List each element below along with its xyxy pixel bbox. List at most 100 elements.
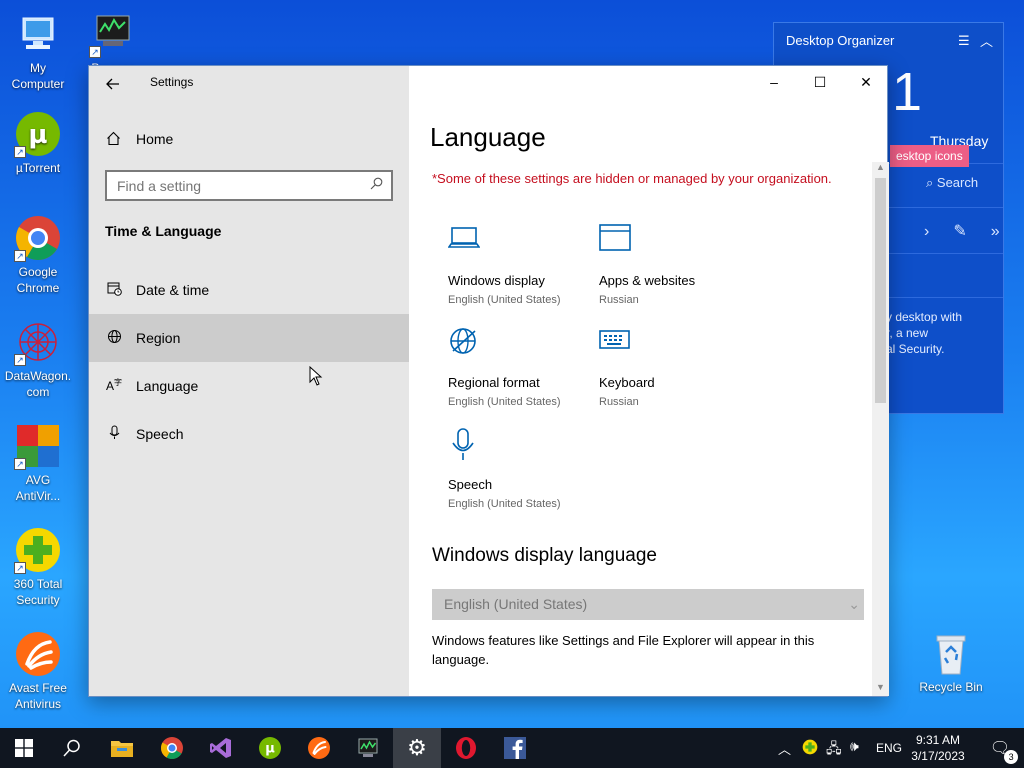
chevron-up-icon[interactable]: ︿ (980, 31, 993, 50)
chevron-up-icon[interactable]: ︿ (778, 739, 791, 758)
tile-apps-websites[interactable]: Apps & websites Russian (599, 224, 739, 314)
nav-date-time[interactable]: Date & time (89, 266, 409, 314)
display-language-select[interactable]: English (United States) ⌄ (432, 589, 864, 620)
scrollbar-thumb[interactable] (875, 178, 886, 403)
vertical-scrollbar[interactable]: ▲ ▼ (872, 162, 889, 696)
desktop-icon-360-security[interactable]: ↗ 360 Total Security (0, 526, 76, 608)
organizer-desktop-icons-tag[interactable]: esktop icons (890, 145, 969, 167)
datawagon-icon: ↗ (14, 318, 62, 366)
display-language-value: English (United States) (444, 596, 588, 612)
facebook-icon (504, 737, 526, 759)
home-icon (106, 131, 121, 149)
organizer-toolbar: ›✎» (924, 221, 1024, 241)
notification-icon: 🗨 3 (990, 738, 1019, 764)
taskbar-settings[interactable]: ⚙ (393, 728, 441, 768)
action-center-button[interactable]: 🗨 3 (976, 728, 1024, 768)
taskbar-clock[interactable]: 9:31 AM 3/17/2023 (905, 732, 971, 764)
taskbar-chrome[interactable] (148, 728, 196, 768)
desktop-icon-my-computer[interactable]: My Computer (0, 10, 76, 92)
nav-speech[interactable]: Speech (89, 410, 409, 458)
settings-sidebar: Settings Home Time & Language Date & tim… (89, 66, 409, 696)
desktop-icon-label: 360 Total Security (13, 577, 63, 607)
chevron-right-icon[interactable]: › (924, 223, 953, 240)
desktop-icon-utorrent[interactable]: µ ↗ µTorrent (0, 110, 76, 176)
system-tray: ︿ 🖧 🕪 ENG (778, 728, 904, 768)
desktop-icon-avg[interactable]: ↗ AVG AntiVir... (0, 422, 76, 504)
taskbar-visual-studio[interactable] (197, 728, 245, 768)
microphone-icon (106, 425, 122, 443)
taskbar-utorrent[interactable]: µ (246, 728, 294, 768)
search-icon[interactable] (370, 177, 383, 193)
network-icon[interactable]: 🖧 (826, 738, 842, 762)
desktop-icon-label: DataWagon. com (4, 369, 72, 399)
volume-icon[interactable]: 🕪 (850, 738, 859, 755)
tile-label: Speech (448, 477, 493, 492)
input-language[interactable]: ENG (876, 741, 902, 755)
utorrent-icon: µ (259, 737, 281, 759)
notification-count-badge: 3 (1004, 750, 1019, 764)
desktop-icon-process[interactable]: ↗ Process (75, 10, 151, 68)
scroll-down-icon[interactable]: ▼ (872, 682, 889, 696)
shortcut-arrow-icon: ↗ (14, 562, 26, 574)
nav-language[interactable]: A字 Language (89, 362, 409, 410)
tile-sublabel: English (United States) (448, 498, 561, 510)
arrow-left-icon (106, 78, 119, 90)
desktop-icon-chrome[interactable]: ↗ Google Chrome (0, 214, 76, 296)
taskbar-facebook[interactable] (491, 728, 539, 768)
clock-date: 3/17/2023 (911, 749, 965, 763)
taskbar-avast[interactable] (295, 728, 343, 768)
opera-icon (456, 737, 476, 759)
computer-icon (14, 10, 62, 58)
nav-region[interactable]: Region (89, 314, 409, 362)
organization-notice: *Some of these settings are hidden or ma… (432, 171, 832, 186)
desktop-icon-recycle-bin[interactable]: Recycle Bin (912, 630, 990, 694)
360-security-icon: ↗ (14, 526, 62, 574)
start-button[interactable] (0, 728, 48, 768)
nav-home[interactable]: Home (89, 122, 409, 156)
display-language-description: Windows features like Settings and File … (432, 633, 815, 667)
tile-label: Apps & websites (599, 273, 696, 288)
laptop-icon (447, 224, 484, 260)
section-header: Time & Language (105, 223, 222, 239)
taskbar-opera[interactable] (442, 728, 490, 768)
nav-language-label: Language (136, 378, 199, 394)
tile-speech[interactable]: Speech English (United States) (448, 428, 588, 518)
taskbar-file-explorer[interactable] (98, 728, 146, 768)
tile-sublabel: English (United States) (448, 294, 561, 306)
360-security-tray-icon[interactable] (802, 739, 818, 758)
microphone-icon (448, 428, 484, 464)
process-monitor-icon: ↗ (89, 10, 137, 58)
back-button[interactable] (101, 72, 125, 94)
nav-speech-label: Speech (136, 426, 184, 442)
search-input[interactable] (107, 172, 357, 199)
organizer-search-button[interactable]: ⌕ Search (926, 175, 978, 191)
desktop-icon-label: Google Chrome (16, 265, 60, 295)
shortcut-arrow-icon: ↗ (14, 458, 26, 470)
note-icon[interactable]: ✎ (953, 223, 990, 240)
desktop-icon-datawagon[interactable]: ↗ DataWagon. com (0, 318, 76, 400)
tile-label: Regional format (448, 375, 540, 390)
recycle-bin-icon (927, 630, 975, 678)
tile-regional-format[interactable]: Regional format English (United States) (448, 326, 588, 416)
find-setting-box[interactable] (105, 170, 393, 201)
page-title: Language (430, 122, 546, 152)
tile-label: Windows display (448, 273, 545, 288)
settings-window: Settings Home Time & Language Date & tim… (88, 65, 889, 697)
visual-studio-icon (210, 738, 231, 758)
shortcut-arrow-icon: ↗ (14, 250, 26, 262)
nav-home-label: Home (136, 131, 174, 147)
display-language-heading: Windows display language (432, 545, 657, 566)
organizer-description: y desktop with r, a new al Security. (886, 310, 963, 356)
desktop-icon-avast[interactable]: Avast Free Antivirus (0, 630, 76, 712)
taskbar-search-button[interactable] (48, 728, 96, 768)
scroll-up-icon[interactable]: ▲ (872, 162, 889, 176)
double-chevron-right-icon[interactable]: » (991, 223, 1024, 240)
tile-sublabel: Russian (599, 396, 639, 408)
utorrent-icon: µ ↗ (14, 110, 62, 158)
search-icon (63, 739, 80, 757)
taskbar-process-monitor[interactable] (344, 728, 392, 768)
hamburger-menu-icon[interactable]: ☰ (958, 33, 970, 49)
tile-keyboard[interactable]: Keyboard Russian (599, 326, 739, 416)
tile-windows-display[interactable]: Windows display English (United States) (447, 224, 588, 314)
tile-sublabel: English (United States) (448, 396, 561, 408)
